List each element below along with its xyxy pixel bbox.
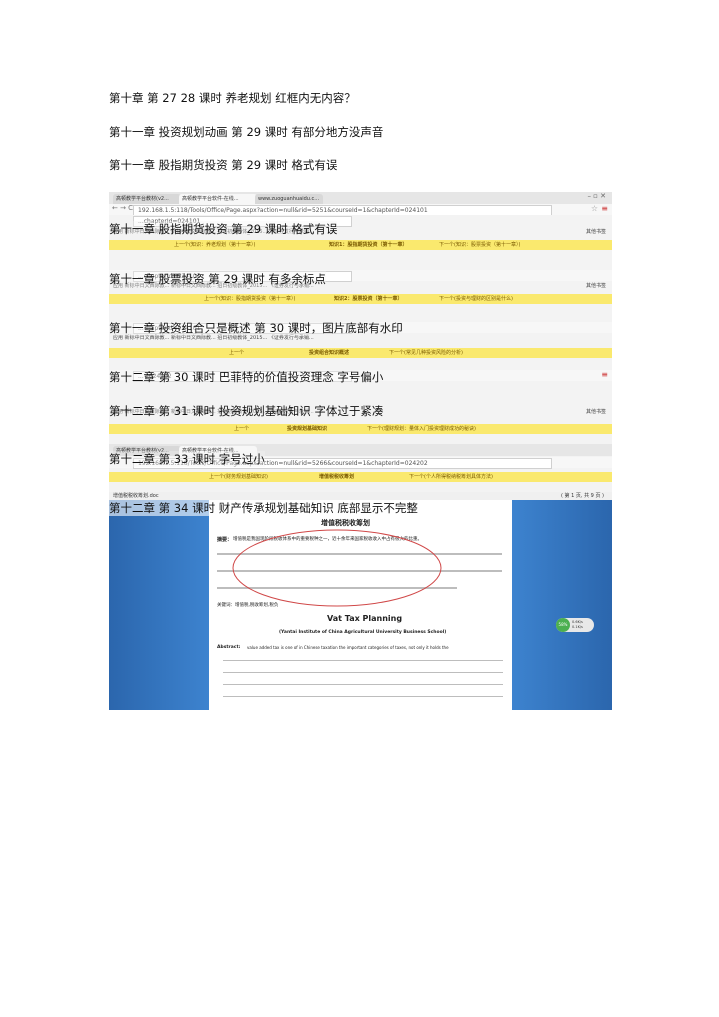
bookmark-other[interactable]: 其他书签 (586, 228, 606, 237)
star-icon[interactable]: ☆ (591, 204, 598, 213)
speed-down: 0.1K/s (572, 625, 583, 629)
prev-link[interactable]: 上一个(知识：股指期货投资（第十一章）) (204, 294, 295, 304)
network-speed-widget[interactable]: 58% 0.6K/s 0.1K/s (556, 618, 594, 632)
yellow-nav-bar: 上一个(知识：养老规划（第十一章）) 知识1：股指期货投资（第十一章） 下一个(… (109, 240, 612, 250)
overlay-note: 第十一章 股指期货投资 第 29 课时 格式有误 (109, 221, 338, 237)
browser-tab[interactable]: 高顿教学平台教材(v2... (113, 194, 181, 204)
prev-link[interactable]: 上一个 (234, 424, 249, 434)
viewer-margin (109, 492, 209, 710)
current-title: 增值税税收筹划 (319, 474, 355, 480)
doc-filename: 增值税税收筹划.doc (113, 493, 159, 499)
tab-bar: 高顿教学平台教材(v2... 高顿教学平台软件-在线... www.zuogua… (109, 192, 612, 204)
red-annotation-ellipse (232, 529, 442, 607)
menu-icon[interactable]: ≡ (601, 370, 608, 379)
note-line: 第十章 第 27 28 课时 养老规划 红框内无内容？ (109, 91, 356, 105)
document-page: 增值税税收筹划 摘要： 增值税是我国现阶段税收体系中的重要税种之一，近十余年来国… (209, 500, 512, 710)
overlay-note: 第十二章 第 34 课时 财产传承规划基础知识 底部显示不完整 (109, 500, 418, 516)
abstract-en-text: value added tax is one of in Chinese tax… (247, 645, 449, 650)
viewer-margin (512, 492, 612, 710)
overlay-note: 第十一章 股票投资 第 29 课时 有多余标点 (109, 271, 326, 287)
yellow-nav-bar: 上一个(知识：股指期货投资（第十一章）) 知识2：股票投资（第十一章） 下一个(… (109, 294, 612, 304)
prev-link[interactable]: 上一个(财务规划基础知识) (209, 472, 268, 482)
current-title: 投资规划基础知识 (287, 426, 328, 432)
yellow-nav-bar: 上一个 投资规划基础知识 下一个(理财规划：量体入门投资理财成功的秘诀) (109, 424, 612, 434)
overlay-note: 第十一章 投资组合只是概述 第 30 课时，图片底部有水印 (109, 320, 403, 336)
affiliation-en: (Yantai Institute of China Agricultural … (279, 630, 447, 635)
screenshot-collage: 高顿教学平台教材(v2... 高顿教学平台软件-在线... www.zuogua… (109, 192, 612, 710)
note-line: 第十一章 股指期货投资 第 29 课时 格式有误 (109, 158, 338, 172)
bookmark-other[interactable]: 其他书签 (586, 408, 606, 417)
text-line (223, 684, 503, 685)
overlay-note: 第十二章 第 30 课时 巴菲特的价值投资理念 字号偏小 (109, 369, 384, 385)
page-indicator: ( 第 1 页, 共 9 页 ) (561, 493, 604, 499)
prev-link[interactable]: 上一个(知识：养老规划（第十一章）) (174, 240, 255, 250)
text-line (223, 672, 503, 673)
overlay-note: 第十二章 第 33 课时 字号过小 (109, 451, 265, 467)
overlay-note: 第十二章 第 31 课时 投资规划基础知识 字体过于紧凑 (109, 403, 384, 419)
window-controls-icon[interactable]: – ▫ ✕ (587, 192, 606, 200)
prev-link[interactable]: 上一个 (229, 348, 244, 358)
address-bar: ← → C 192.168.1.5:118/Tools/Office/Page.… (109, 204, 612, 216)
browser-tab[interactable]: 高顿教学平台软件-在线... (179, 194, 257, 204)
yellow-nav-bar: 上一个(财务规划基础知识) 增值税税收筹划 下一个(个人所得税纳税筹划具体方法) (109, 472, 612, 482)
current-title: 知识2：股票投资（第十一章） (334, 296, 403, 302)
nav-arrows-icon[interactable]: ← → C (112, 204, 133, 212)
next-link[interactable]: 下一个(个人所得税纳税筹划具体方法) (409, 472, 493, 482)
doc-title-cn: 增值税税收筹划 (321, 519, 370, 527)
next-link[interactable]: 下一个(知识：股票投资（第十一章）) (439, 240, 520, 250)
text-line (223, 660, 503, 661)
browser-tab[interactable]: www.zuoguanhuaidu.c... (255, 194, 323, 204)
current-title: 投资组合知识概述 (309, 350, 350, 356)
abstract-en-label: Abstract: (217, 645, 241, 650)
doc-title-en: Vat Tax Planning (327, 614, 403, 623)
next-link[interactable]: 下一个(理财规划：量体入门投资理财成功的秘诀) (367, 424, 476, 434)
next-link[interactable]: 下一个(投资与理财的区别是什么) (439, 294, 513, 304)
yellow-nav-bar: 上一个 投资组合知识概述 下一个(常见几种投资风险的分析) (109, 348, 612, 358)
speed-percent: 58% (556, 618, 570, 632)
note-line: 第十一章 投资规划动画 第 29 课时 有部分地方没声音 (109, 125, 384, 139)
abstract-cn-label: 摘要： (217, 537, 233, 543)
next-link[interactable]: 下一个(常见几种投资风险的分析) (389, 348, 463, 358)
menu-icon[interactable]: ≡ (601, 204, 608, 213)
current-title: 知识1：股指期货投资（第十一章） (329, 242, 408, 248)
document-viewer: 增值税税收筹划.doc ( 第 1 页, 共 9 页 ) 增值税税收筹划 摘要：… (109, 492, 612, 710)
viewer-toolbar: 增值税税收筹划.doc ( 第 1 页, 共 9 页 ) (109, 492, 612, 500)
bookmark-other[interactable]: 其他书签 (586, 282, 606, 291)
text-line (223, 696, 503, 697)
